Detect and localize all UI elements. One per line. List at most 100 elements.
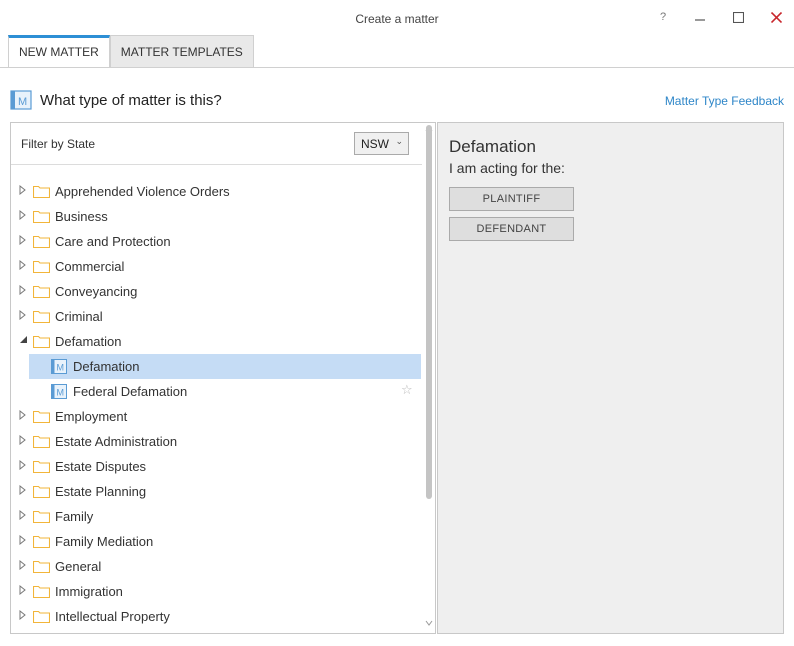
tree-item-estate-administration[interactable]: Estate Administration xyxy=(11,429,421,454)
title-bar: Create a matter ? xyxy=(0,0,794,34)
tree-item-label: Defamation xyxy=(73,359,140,374)
help-icon[interactable]: ? xyxy=(653,8,673,26)
chevron-down-icon: ⌄ xyxy=(395,136,403,146)
folder-icon xyxy=(32,460,51,474)
expand-arrow-icon[interactable] xyxy=(19,309,27,322)
folder-icon xyxy=(32,535,51,549)
tree-item-immigration[interactable]: Immigration xyxy=(11,579,421,604)
tab-bar: NEW MATTER MATTER TEMPLATES xyxy=(8,35,254,68)
scroll-down-icon[interactable] xyxy=(422,619,435,631)
tree-item-defamation[interactable]: Defamation xyxy=(11,329,421,354)
expand-arrow-icon[interactable] xyxy=(19,459,27,472)
maximize-icon[interactable] xyxy=(728,8,748,26)
filter-row: Filter by State NSW ⌄ xyxy=(11,123,435,165)
tree-item-estate-disputes[interactable]: Estate Disputes xyxy=(11,454,421,479)
tree-item-commercial[interactable]: Commercial xyxy=(11,254,421,279)
tree-item-label: Apprehended Violence Orders xyxy=(55,184,230,199)
matter-type-tree: Apprehended Violence Orders Business Car… xyxy=(11,179,421,629)
expand-arrow-icon[interactable] xyxy=(19,584,27,597)
filter-label: Filter by State xyxy=(21,137,96,151)
tree-item-label: Estate Administration xyxy=(55,434,178,449)
expand-arrow-icon[interactable] xyxy=(19,409,27,422)
expand-arrow-icon[interactable] xyxy=(19,559,27,572)
tree-item-family-mediation[interactable]: Family Mediation xyxy=(11,529,421,554)
tab-matter-templates[interactable]: MATTER TEMPLATES xyxy=(109,35,254,68)
page-title: What type of matter is this? xyxy=(40,92,222,109)
expand-arrow-icon[interactable] xyxy=(19,284,27,297)
tree-item-label: Business xyxy=(55,209,108,224)
tree-item-label: Criminal xyxy=(55,309,103,324)
tree-item-label: Intellectual Property xyxy=(55,609,170,624)
tree-item-label: Defamation xyxy=(55,334,122,349)
plaintiff-button[interactable]: PLAINTIFF xyxy=(449,187,574,211)
folder-icon xyxy=(32,260,51,274)
collapse-arrow-icon[interactable] xyxy=(19,335,27,347)
expand-arrow-icon[interactable] xyxy=(19,484,27,497)
window-title: Create a matter xyxy=(355,12,439,26)
tree-item-label: Commercial xyxy=(55,259,125,274)
tree-item-intellectual-property[interactable]: Intellectual Property xyxy=(11,604,421,629)
folder-icon xyxy=(32,310,51,324)
tree-item-business[interactable]: Business xyxy=(11,204,421,229)
tree-item-label: Family Mediation xyxy=(55,534,154,549)
expand-arrow-icon[interactable] xyxy=(19,609,27,622)
folder-icon xyxy=(32,410,51,424)
state-select[interactable]: NSW ⌄ xyxy=(354,132,409,155)
tree-subitem-federal-defamation[interactable]: M Federal Defamation ☆ xyxy=(11,379,421,404)
state-select-value: NSW xyxy=(361,137,389,151)
tree-item-conveyancing[interactable]: Conveyancing xyxy=(11,279,421,304)
expand-arrow-icon[interactable] xyxy=(19,209,27,222)
folder-icon xyxy=(32,210,51,224)
matter-detail-panel: Defamation I am acting for the: PLAINTIF… xyxy=(437,122,784,634)
tree-item-general[interactable]: General xyxy=(11,554,421,579)
folder-icon xyxy=(32,185,51,199)
tab-new-matter[interactable]: NEW MATTER xyxy=(8,35,110,68)
defendant-button[interactable]: DEFENDANT xyxy=(449,217,574,241)
tree-item-employment[interactable]: Employment xyxy=(11,404,421,429)
detail-title: Defamation xyxy=(449,137,536,156)
svg-text:M: M xyxy=(18,96,27,108)
folder-icon xyxy=(32,285,51,299)
folder-icon xyxy=(32,560,51,574)
expand-arrow-icon[interactable] xyxy=(19,259,27,272)
matter-type-tree-panel: Filter by State NSW ⌄ Apprehended Violen… xyxy=(10,122,436,634)
tree-item-label: Employment xyxy=(55,409,128,424)
tree-item-apprehended-violence-orders[interactable]: Apprehended Violence Orders xyxy=(11,179,421,204)
tree-subitem-defamation[interactable]: M Defamation xyxy=(29,354,421,379)
expand-arrow-icon[interactable] xyxy=(19,184,27,197)
expand-arrow-icon[interactable] xyxy=(19,434,27,447)
close-icon[interactable] xyxy=(766,8,786,26)
detail-subtitle: I am acting for the: xyxy=(449,160,565,176)
tree-item-label: General xyxy=(55,559,102,574)
expand-arrow-icon[interactable] xyxy=(19,534,27,547)
folder-icon xyxy=(32,610,51,624)
matter-type-icon: M xyxy=(51,359,67,374)
folder-icon xyxy=(32,485,51,499)
folder-icon xyxy=(32,335,51,349)
tree-scrollbar[interactable] xyxy=(422,123,435,633)
svg-text:M: M xyxy=(57,388,65,398)
minimize-icon[interactable] xyxy=(690,8,710,26)
tree-item-family[interactable]: Family xyxy=(11,504,421,529)
tree-item-label: Conveyancing xyxy=(55,284,138,299)
tree-item-care-and-protection[interactable]: Care and Protection xyxy=(11,229,421,254)
tree-item-label: Estate Disputes xyxy=(55,459,147,474)
folder-icon xyxy=(32,510,51,524)
tab-divider xyxy=(0,67,794,68)
folder-icon xyxy=(32,585,51,599)
expand-arrow-icon[interactable] xyxy=(19,234,27,247)
folder-icon xyxy=(32,435,51,449)
star-icon[interactable]: ☆ xyxy=(401,382,413,398)
folder-icon xyxy=(32,235,51,249)
matter-type-icon: M xyxy=(10,90,32,110)
tree-item-label: Estate Planning xyxy=(55,484,147,499)
tree-item-label: Immigration xyxy=(55,584,123,599)
scroll-thumb[interactable] xyxy=(426,125,432,499)
matter-type-feedback-link[interactable]: Matter Type Feedback xyxy=(665,94,784,108)
tree-item-estate-planning[interactable]: Estate Planning xyxy=(11,479,421,504)
tree-item-label: Care and Protection xyxy=(55,234,171,249)
expand-arrow-icon[interactable] xyxy=(19,509,27,522)
tree-item-label: Federal Defamation xyxy=(73,384,188,399)
tree-item-criminal[interactable]: Criminal xyxy=(11,304,421,329)
matter-type-icon: M xyxy=(51,384,67,399)
